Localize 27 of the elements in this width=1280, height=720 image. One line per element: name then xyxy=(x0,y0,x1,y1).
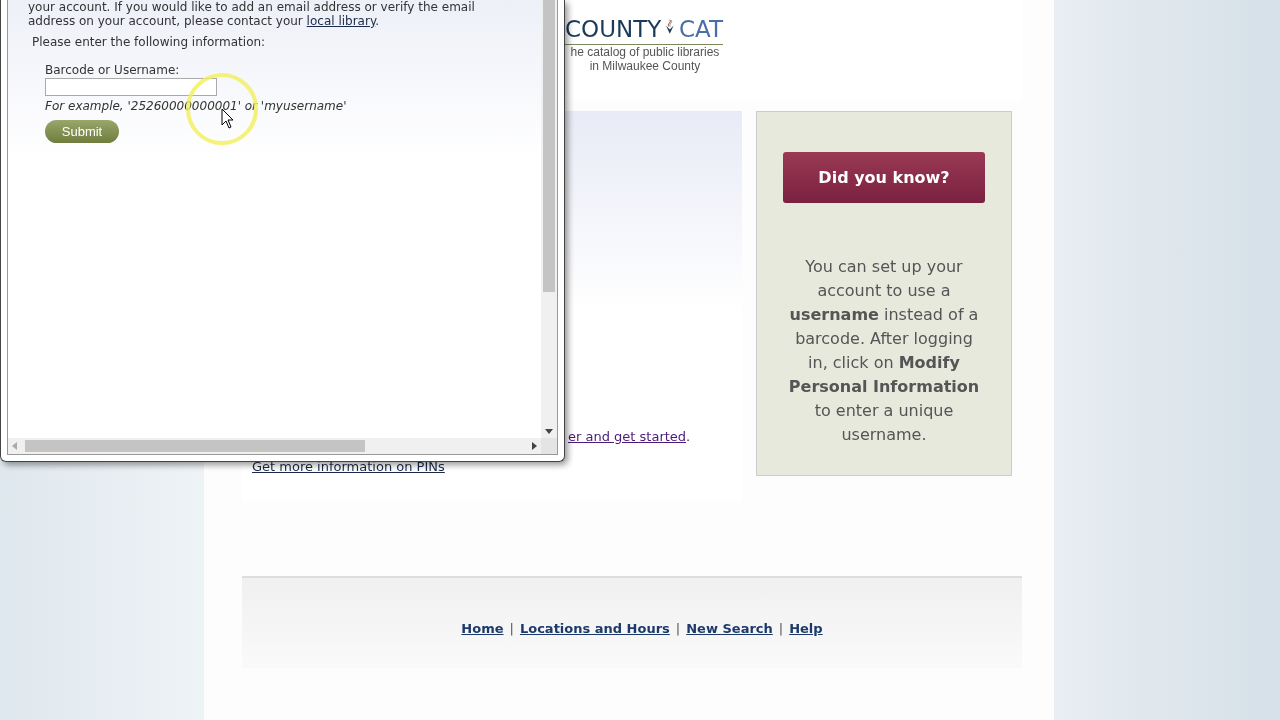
tip-text: You can set up your account to use a username instead of a barcode. After logging in, click on Modify Personal Information to enter a unique username. xyxy=(787,256,981,446)
right-arrow-icon[interactable] xyxy=(532,442,537,450)
instruction-text: Please enter the following information: xyxy=(32,35,267,49)
logo-text: CAT xyxy=(678,16,723,42)
horizontal-scrollbar[interactable] xyxy=(8,438,541,454)
left-arrow-icon[interactable] xyxy=(12,442,17,450)
footer-link[interactable]: Help xyxy=(789,620,823,636)
field-label: Barcode or Username: xyxy=(45,63,180,77)
footer-link[interactable]: New Search xyxy=(686,620,773,636)
did-you-know-button[interactable]: Did you know? xyxy=(783,152,985,203)
logo-tagline: he catalog of public libraries xyxy=(569,45,721,59)
vertical-scrollbar[interactable] xyxy=(541,0,557,438)
link-separator: | xyxy=(778,620,784,636)
barcode-input-field[interactable] xyxy=(45,78,217,96)
pins-link[interactable]: Get more information on PINs xyxy=(252,459,445,474)
link-separator: | xyxy=(509,620,514,636)
footer-link[interactable]: Locations and Hours xyxy=(519,620,670,636)
scrollbar-corner xyxy=(541,438,557,454)
footer-link[interactable]: Home xyxy=(461,620,504,636)
intro-text: your account. If you would like to add an email address or verify the email address on your account, please contact your local library. xyxy=(28,0,476,28)
link-separator: | xyxy=(675,620,681,636)
down-arrow-icon[interactable] xyxy=(545,429,553,434)
submit-button[interactable]: Submit xyxy=(45,120,119,143)
get-started-link[interactable]: er and get started xyxy=(568,429,687,444)
logo-text: COUNTY xyxy=(565,16,662,42)
link-punctuation: . xyxy=(686,429,691,444)
logo-tagline: in Milwaukee County xyxy=(588,59,702,73)
